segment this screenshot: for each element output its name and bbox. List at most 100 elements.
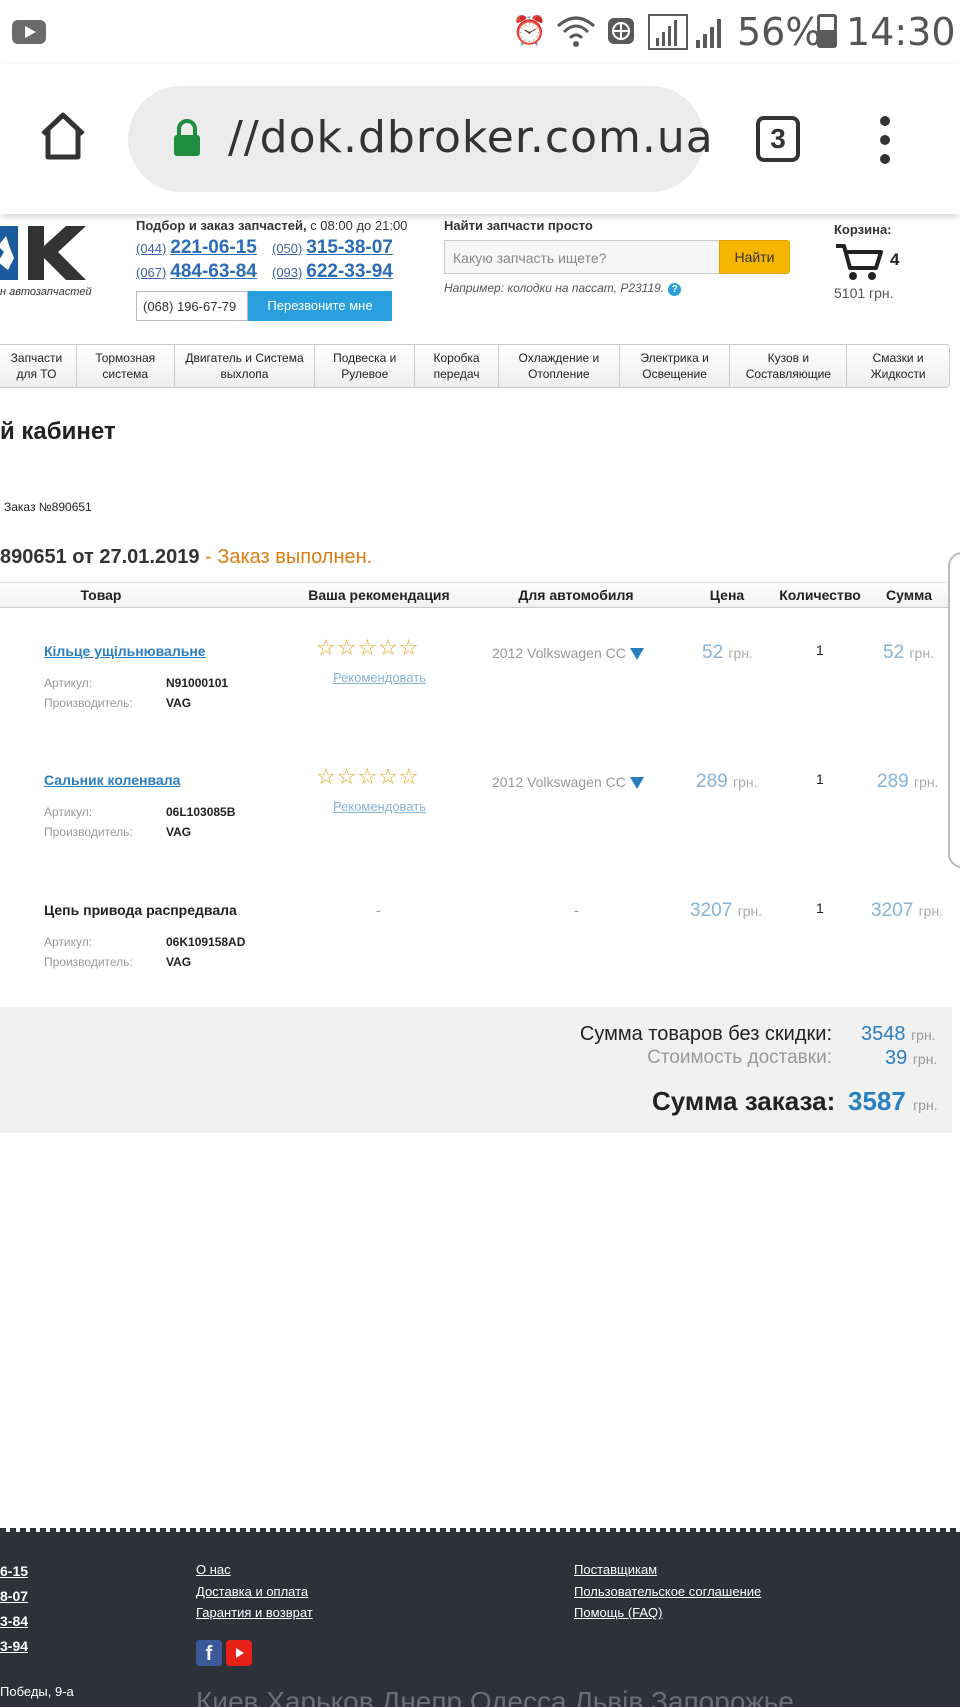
order-heading: 890651 от 27.01.2019 - Заказ выполнен. <box>0 546 373 568</box>
callback-phone-input[interactable]: (068) 196-67-79 <box>136 291 248 321</box>
order-total-label: Сумма заказа: <box>652 1086 836 1116</box>
maker-value: VAG <box>166 696 192 710</box>
facebook-icon[interactable]: f <box>196 1640 222 1666</box>
row-sum: 289 грн. <box>877 771 939 792</box>
maker-value: VAG <box>166 825 192 839</box>
status-bar: ⏰ 56% 14:30 <box>0 0 960 64</box>
site-logo[interactable] <box>0 218 88 288</box>
price: 3207 грн. <box>690 900 763 921</box>
home-icon[interactable] <box>38 112 88 160</box>
cart-sum: 5101 грн. <box>834 285 894 301</box>
recommend-link[interactable]: Рекомендовать <box>333 670 426 685</box>
footer-phone[interactable]: 3-94 <box>0 1638 28 1654</box>
price: 52 грн. <box>702 642 753 663</box>
phone-093[interactable]: (093) 622-33-94 <box>272 261 393 283</box>
search-button[interactable]: Найти <box>719 240 790 274</box>
footer-cities: Киев Харьков Днепр Одесса Львів Запорожь… <box>196 1686 794 1707</box>
col-product: Товар <box>80 587 122 603</box>
delivery-label: Стоимость доставки: <box>647 1047 832 1068</box>
dropdown-triangle-icon <box>629 777 644 790</box>
nav-item-brakes[interactable]: Тормозная система <box>77 345 175 387</box>
globe-icon <box>606 14 636 48</box>
nav-item-gearbox[interactable]: Коробка передач <box>415 345 499 387</box>
article-label: Артикул: <box>44 676 93 690</box>
car-select[interactable]: 2012 Volkswagen CC <box>492 774 644 790</box>
nav-item-to[interactable]: Запчасти для ТО <box>0 345 77 387</box>
working-hours: Подбор и заказ запчастей, с 08:00 до 21:… <box>136 218 408 233</box>
footer-link-about[interactable]: О нас <box>196 1562 231 1577</box>
dropdown-triangle-icon <box>629 648 644 661</box>
search-hint: Например: колодки на пассат, P23119.? <box>444 281 682 296</box>
nav-item-cooling[interactable]: Охлаждение и Отопление <box>499 345 620 387</box>
breadcrumb: Заказ №890651 <box>4 500 92 514</box>
lock-icon <box>172 118 202 158</box>
order-status: Заказ выполнен. <box>217 546 373 568</box>
search-input[interactable]: Какую запчасть ищете? <box>444 240 720 274</box>
footer-link-agreement[interactable]: Пользовательское соглашение <box>574 1584 761 1599</box>
product-name: Цепь привода распредвала <box>44 902 237 918</box>
battery-percent: 56% <box>737 10 822 54</box>
cart-icon[interactable] <box>834 242 884 282</box>
help-icon[interactable]: ? <box>668 283 682 296</box>
article-value: 06K109158AD <box>166 935 246 949</box>
footer-phone[interactable]: 3-84 <box>0 1613 28 1629</box>
maker-label: Производитель: <box>44 825 133 839</box>
youtube-icon[interactable] <box>226 1640 252 1666</box>
quantity: 1 <box>816 642 824 658</box>
floating-scroll-handle[interactable] <box>948 552 960 868</box>
article-label: Артикул: <box>44 805 93 819</box>
quantity: 1 <box>816 771 824 787</box>
delivery-value: 39 грн. <box>885 1047 938 1069</box>
footer-link-delivery[interactable]: Доставка и оплата <box>196 1584 308 1599</box>
recommendation-empty: - <box>376 902 381 918</box>
nav-item-body[interactable]: Кузов и Составляющие <box>730 345 848 387</box>
goods-sum-label: Сумма товаров без скидки: <box>579 1023 832 1045</box>
col-sum: Сумма <box>885 587 933 603</box>
wifi-icon <box>556 14 596 48</box>
phone-067[interactable]: (067) 484-63-84 <box>136 261 257 283</box>
recommend-link[interactable]: Рекомендовать <box>333 799 426 814</box>
footer-address: Победы, 9-а <box>0 1684 74 1699</box>
footer-link-faq[interactable]: Помощь (FAQ) <box>574 1605 663 1620</box>
car-empty: - <box>574 902 579 918</box>
footer-phone[interactable]: 8-07 <box>0 1588 28 1604</box>
rating-stars[interactable]: ☆☆☆☆☆ <box>316 765 420 790</box>
footer-link-suppliers[interactable]: Поставщикам <box>574 1562 657 1577</box>
more-menu-icon[interactable] <box>880 116 892 164</box>
footer-link-warranty[interactable]: Гарантия и возврат <box>196 1605 313 1620</box>
product-link[interactable]: Сальник коленвала <box>44 772 180 788</box>
phone-044[interactable]: (044) 221-06-15 <box>136 237 257 259</box>
youtube-notification-icon <box>12 20 46 44</box>
url-text[interactable]: //dok.dbroker.com.ua <box>228 112 714 163</box>
cart-label: Корзина: <box>834 222 892 237</box>
search-title: Найти запчасти просто <box>444 218 593 233</box>
rating-stars[interactable]: ☆☆☆☆☆ <box>316 636 420 661</box>
footer <box>0 1532 960 1707</box>
product-link[interactable]: Кільце ущільнювальне <box>44 643 206 659</box>
col-recommendation: Ваша рекомендация <box>308 587 450 603</box>
clock: 14:30 <box>846 10 956 54</box>
maker-label: Производитель: <box>44 955 133 969</box>
footer-phone[interactable]: 6-15 <box>0 1563 28 1579</box>
alarm-icon: ⏰ <box>512 14 547 47</box>
nav-item-electrics[interactable]: Электрика и Освещение <box>620 345 731 387</box>
nav-item-fluids[interactable]: Смазки и Жидкости <box>847 345 949 387</box>
row-sum: 52 грн. <box>883 642 934 663</box>
car-select[interactable]: 2012 Volkswagen CC <box>492 645 644 661</box>
article-value: 06L103085B <box>166 805 236 819</box>
quantity: 1 <box>816 900 824 916</box>
maker-label: Производитель: <box>44 696 133 710</box>
tab-switcher-button[interactable]: 3 <box>756 116 800 162</box>
signal-2-icon <box>694 14 726 48</box>
article-label: Артикул: <box>44 935 93 949</box>
order-total-value: 3587 грн. <box>848 1086 938 1116</box>
phone-050[interactable]: (050) 315-38-07 <box>272 237 393 259</box>
callback-button[interactable]: Перезвоните мне <box>248 291 392 321</box>
goods-sum-value: 3548 грн. <box>861 1023 936 1045</box>
nav-item-engine[interactable]: Двигатель и Система выхлопа <box>175 345 316 387</box>
signal-icon <box>648 14 688 50</box>
page-title: й кабинет <box>0 418 116 445</box>
maker-value: VAG <box>166 955 192 969</box>
row-sum: 3207 грн. <box>871 900 944 921</box>
nav-item-suspension[interactable]: Подвеска и Рулевое <box>315 345 416 387</box>
